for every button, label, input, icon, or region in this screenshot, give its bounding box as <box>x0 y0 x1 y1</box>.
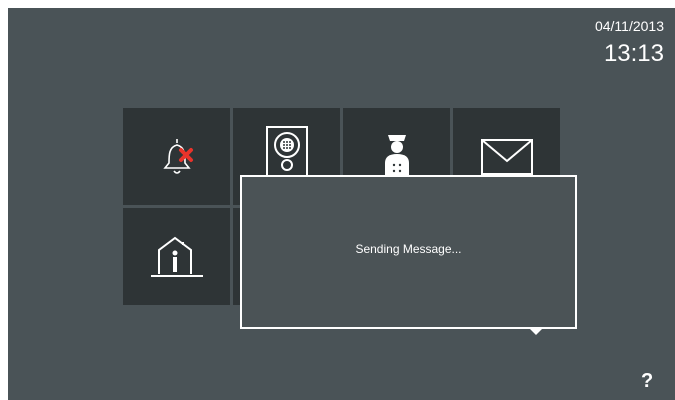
bell-muted-icon <box>155 135 199 179</box>
tile-home-automation[interactable] <box>123 208 230 305</box>
home-icon <box>149 234 205 280</box>
time-label: 13:13 <box>603 40 664 67</box>
dialog-message: Sending Message... <box>355 242 462 256</box>
date-label: 04/11/2013 <box>594 18 664 34</box>
envelope-icon <box>479 135 535 179</box>
sending-message-dialog: Sending Message... <box>240 175 577 329</box>
dialog-pointer <box>528 327 544 335</box>
help-button[interactable]: ? <box>641 370 653 393</box>
tile-do-not-disturb[interactable] <box>123 108 230 205</box>
intercom-screen: 04/11/2013 13:13 Sending Message... ? <box>8 8 675 400</box>
